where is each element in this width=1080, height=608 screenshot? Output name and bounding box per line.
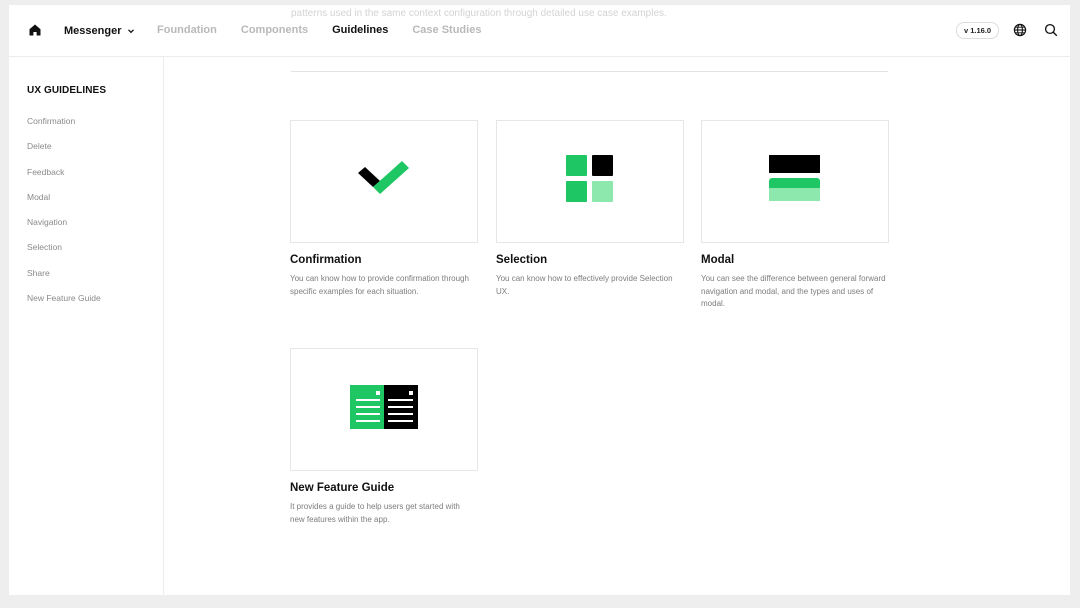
- sidebar: UX GUIDELINES Confirmation Delete Feedba…: [9, 57, 164, 595]
- sidebar-item-delete[interactable]: Delete: [27, 141, 101, 166]
- sidebar-item-feedback[interactable]: Feedback: [27, 167, 101, 192]
- card-description: You can see the difference between gener…: [701, 274, 886, 309]
- top-navigation-bar: patterns used in the same context config…: [9, 5, 1070, 57]
- card-description: You can know how to effectively provide …: [496, 274, 673, 296]
- card-title[interactable]: Confirmation: [290, 254, 478, 266]
- sidebar-title: UX GUIDELINES: [27, 85, 107, 96]
- version-badge[interactable]: v 1.16.0: [956, 22, 1000, 39]
- nav-case-studies[interactable]: Case Studies: [412, 24, 481, 36]
- sidebar-item-share[interactable]: Share: [27, 268, 101, 293]
- nav-foundation[interactable]: Foundation: [157, 24, 217, 36]
- card-title[interactable]: Selection: [496, 254, 684, 266]
- card-title[interactable]: Modal: [701, 254, 889, 266]
- card-thumbnail[interactable]: [496, 120, 684, 243]
- scrolled-intro-text: patterns used in the same context config…: [291, 8, 667, 19]
- home-icon[interactable]: [28, 23, 42, 37]
- sidebar-item-new-feature-guide[interactable]: New Feature Guide: [27, 293, 101, 318]
- card-modal[interactable]: Modal You can see the difference between…: [701, 120, 889, 311]
- sidebar-item-modal[interactable]: Modal: [27, 192, 101, 217]
- sidebar-list: Confirmation Delete Feedback Modal Navig…: [27, 116, 101, 318]
- main-nav: Foundation Components Guidelines Case St…: [157, 24, 481, 36]
- sidebar-item-navigation[interactable]: Navigation: [27, 217, 101, 242]
- card-new-feature-guide[interactable]: New Feature Guide It provides a guide to…: [290, 348, 478, 526]
- sidebar-item-confirmation[interactable]: Confirmation: [27, 116, 101, 141]
- section-divider: [291, 71, 888, 72]
- sidebar-item-selection[interactable]: Selection: [27, 242, 101, 267]
- nav-guidelines[interactable]: Guidelines: [332, 24, 388, 36]
- card-thumbnail[interactable]: [290, 348, 478, 471]
- card-description: You can know how to provide confirmation…: [290, 274, 469, 296]
- nav-components[interactable]: Components: [241, 24, 308, 36]
- card-title[interactable]: New Feature Guide: [290, 482, 478, 494]
- feature-guide-icon: [350, 385, 418, 434]
- service-selector[interactable]: Messenger: [64, 23, 135, 39]
- checkmark-icon: [358, 161, 410, 202]
- card-description: It provides a guide to help users get st…: [290, 502, 460, 524]
- page: patterns used in the same context config…: [9, 5, 1070, 595]
- card-thumbnail[interactable]: [701, 120, 889, 243]
- card-thumbnail[interactable]: [290, 120, 478, 243]
- card-selection[interactable]: Selection You can know how to effectivel…: [496, 120, 684, 298]
- grid-selection-icon: [566, 155, 614, 208]
- chevron-down-icon: [127, 22, 135, 40]
- globe-icon[interactable]: [1013, 23, 1027, 37]
- search-icon[interactable]: [1044, 23, 1058, 37]
- service-name: Messenger: [64, 25, 122, 37]
- card-confirmation[interactable]: Confirmation You can know how to provide…: [290, 120, 478, 298]
- modal-layers-icon: [769, 155, 821, 208]
